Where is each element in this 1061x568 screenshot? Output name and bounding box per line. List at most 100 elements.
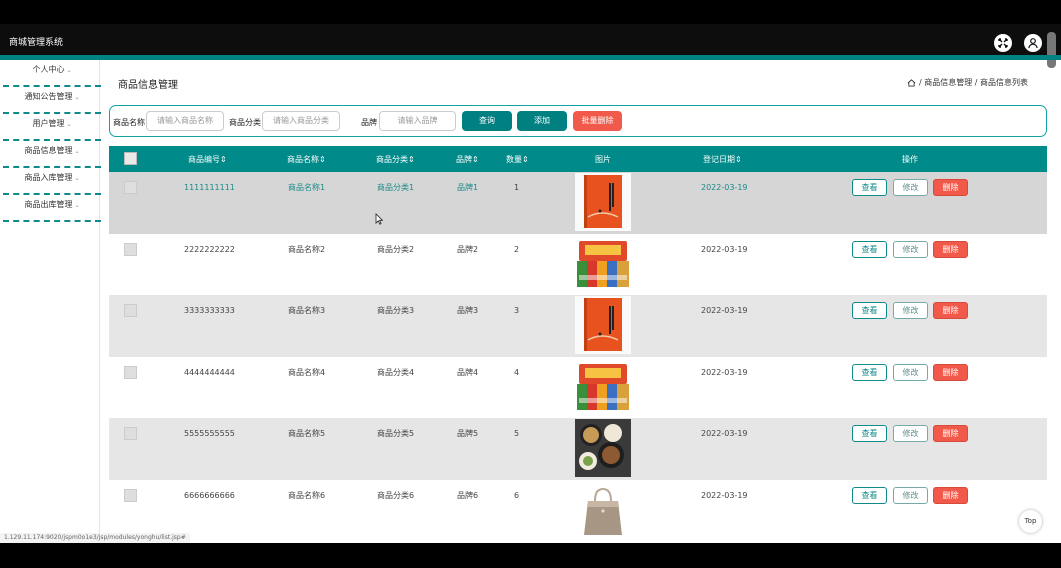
cell-category: 商品分类6: [377, 491, 415, 500]
cell-brand: 品牌3: [457, 306, 479, 316]
app-title: 商城管理系统: [9, 38, 64, 48]
sort-icon: ⇕: [319, 155, 326, 164]
accent-bar: [0, 55, 1061, 60]
user-avatar-icon[interactable]: [1024, 34, 1042, 52]
sidebar-item-label: 用户管理: [32, 119, 65, 128]
table-row: 2222222222 商品名称2 商品分类2 品牌2 2 2022-03-19 …: [109, 233, 1047, 296]
cell-name: 商品名称5: [288, 429, 326, 439]
breadcrumb: / 商品信息管理 / 商品信息列表: [907, 77, 1028, 88]
cell-name: 商品名称4: [288, 367, 326, 377]
select-all-checkbox[interactable]: [124, 152, 137, 165]
name-label: 商品名称: [113, 118, 145, 127]
cell-date: 2022-03-19: [701, 244, 748, 254]
cell-date: 2022-03-19: [701, 429, 748, 439]
view-button[interactable]: 查看: [852, 179, 887, 196]
delete-button[interactable]: 删除: [933, 425, 968, 443]
row-checkbox[interactable]: [124, 304, 137, 318]
mouse-cursor-icon: [375, 213, 383, 225]
chevron-down-icon: ⌄: [74, 175, 80, 182]
brand-label: 品牌: [361, 118, 377, 127]
cell-category: 商品分类2: [377, 244, 415, 254]
sidebar-item-stock-out[interactable]: 商品出库管理 ⌄: [3, 197, 101, 222]
product-image-orange-tea-box: [575, 173, 631, 231]
category-input[interactable]: 请输入商品分类: [262, 111, 340, 131]
window-scrollbar[interactable]: [1047, 32, 1056, 68]
sidebar-item-products[interactable]: 商品信息管理 ⌄: [3, 143, 101, 168]
table-row: 4444444444 商品名称4 商品分类4 品牌4 4 2022-03-19 …: [109, 356, 1047, 419]
row-checkbox[interactable]: [124, 181, 137, 194]
status-url: 1.129.11.174:9020/jspm0o1e3/jsp/modules/…: [0, 533, 190, 543]
cell-qty: 3: [514, 306, 520, 316]
sidebar-item-users[interactable]: 用户管理 ⌄: [3, 116, 101, 141]
cell-brand: 品牌5: [457, 429, 479, 439]
home-icon[interactable]: [907, 78, 916, 87]
cell-brand: 品牌6: [457, 491, 479, 500]
view-button[interactable]: 查看: [852, 425, 887, 443]
cell-name: 商品名称3: [288, 306, 326, 316]
product-image-snack-packs: [575, 234, 631, 293]
delete-button[interactable]: 删除: [933, 487, 968, 504]
cell-qty: 1: [514, 183, 520, 192]
delete-button[interactable]: 删除: [933, 302, 968, 320]
name-input[interactable]: 请输入商品名称: [146, 111, 224, 131]
row-checkbox[interactable]: [124, 489, 137, 502]
delete-button[interactable]: 删除: [933, 240, 968, 258]
chevron-down-icon: ⌄: [74, 94, 80, 101]
add-button[interactable]: 添加: [517, 111, 567, 131]
edit-button[interactable]: 修改: [893, 302, 928, 320]
query-button[interactable]: 查询: [462, 111, 512, 131]
delete-button[interactable]: 删除: [933, 363, 968, 381]
column-header-code[interactable]: 商品编号⇕: [188, 155, 227, 165]
sort-icon: ⇕: [522, 155, 529, 164]
back-to-top-button[interactable]: Top: [1019, 510, 1042, 533]
edit-button[interactable]: 修改: [893, 240, 928, 258]
cell-category: 商品分类3: [377, 306, 415, 316]
row-checkbox[interactable]: [124, 365, 137, 379]
brand-input[interactable]: 请输入品牌: [379, 111, 456, 131]
sort-icon: ⇕: [220, 155, 227, 164]
cell-code: 4444444444: [184, 367, 235, 377]
edit-button[interactable]: 修改: [893, 363, 928, 381]
cell-date: 2022-03-19: [701, 367, 748, 377]
row-checkbox[interactable]: [124, 242, 137, 256]
sort-icon: ⇕: [735, 155, 742, 164]
cell-code: 3333333333: [184, 306, 235, 316]
top-header: 商城管理系统: [0, 24, 1061, 55]
sort-icon: ⇕: [472, 155, 479, 164]
sidebar-item-personal[interactable]: 个人中心 ⌄: [3, 62, 101, 87]
cell-category: 商品分类1: [377, 183, 415, 192]
column-header-brand[interactable]: 品牌⇕: [456, 155, 479, 165]
batch-delete-button[interactable]: 批量删除: [573, 111, 622, 131]
cell-name: 商品名称1: [288, 183, 326, 192]
view-button[interactable]: 查看: [852, 240, 887, 258]
cell-name: 商品名称6: [288, 491, 326, 500]
page-title: 商品信息管理: [118, 80, 178, 91]
table-row: 1111111111 商品名称1 商品分类1 品牌1 1 2022-03-19 …: [109, 172, 1047, 234]
view-button[interactable]: 查看: [852, 363, 887, 381]
column-header-qty[interactable]: 数量⇕: [506, 155, 529, 165]
app-window: 商城管理系统 个人中心 ⌄ 通知公告管理 ⌄ 用户管理 ⌄ 商品信息管理 ⌄ 商品入库管…: [0, 24, 1061, 543]
cell-code: 1111111111: [184, 183, 235, 192]
view-button[interactable]: 查看: [852, 302, 887, 320]
cell-date: 2022-03-19: [701, 183, 748, 192]
sidebar-item-stock-in[interactable]: 商品入库管理 ⌄: [3, 170, 101, 195]
sidebar-item-notices[interactable]: 通知公告管理 ⌄: [3, 89, 101, 114]
column-header-name[interactable]: 商品名称⇕: [287, 155, 326, 165]
column-header-actions: 操作: [902, 155, 918, 164]
column-header-date[interactable]: 登记日期⇕: [703, 155, 742, 165]
category-label: 商品分类: [229, 118, 261, 127]
delete-button[interactable]: 删除: [933, 179, 968, 196]
row-checkbox[interactable]: [124, 427, 137, 441]
breadcrumb-text[interactable]: / 商品信息管理 / 商品信息列表: [919, 77, 1028, 88]
fullscreen-icon[interactable]: [994, 34, 1012, 52]
chevron-down-icon: ⌄: [66, 121, 72, 128]
edit-button[interactable]: 修改: [893, 425, 928, 443]
column-header-category[interactable]: 商品分类⇕: [376, 155, 415, 165]
table-row: 6666666666 商品名称6 商品分类6 品牌6 6 2022-03-19 …: [109, 480, 1047, 542]
cell-code: 6666666666: [184, 491, 235, 500]
column-header-image: 图片: [595, 155, 611, 164]
cell-date: 2022-03-19: [701, 306, 748, 316]
edit-button[interactable]: 修改: [893, 179, 928, 196]
edit-button[interactable]: 修改: [893, 487, 928, 504]
view-button[interactable]: 查看: [852, 487, 887, 504]
